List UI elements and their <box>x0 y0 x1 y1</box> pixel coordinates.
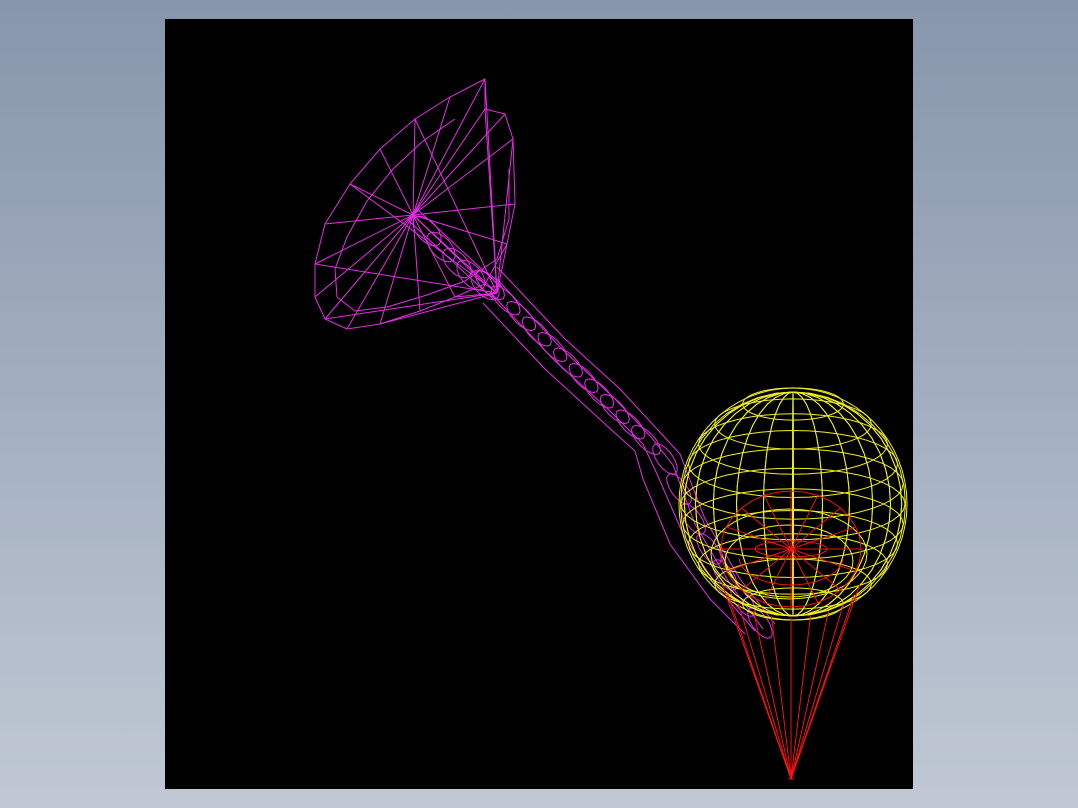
tube-wireframe <box>474 266 776 639</box>
cone-wireframe <box>720 490 862 780</box>
cad-viewport[interactable] <box>165 19 913 789</box>
wireframe-scene <box>314 78 908 780</box>
